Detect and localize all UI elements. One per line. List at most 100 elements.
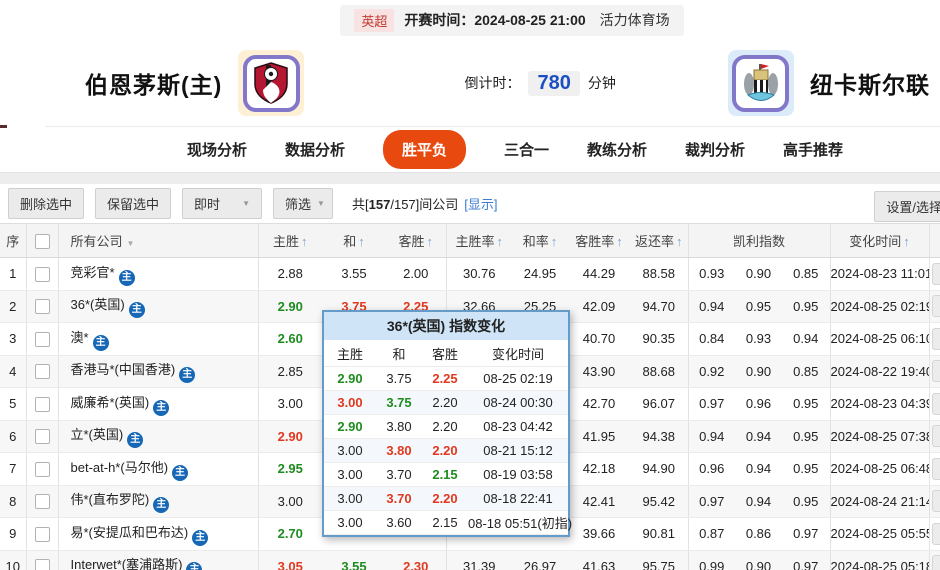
away-rate: 43.90 bbox=[568, 355, 630, 388]
sort-up-icon: ↑ bbox=[903, 234, 910, 249]
row-seq: 9 bbox=[0, 518, 26, 551]
away-rate: 44.29 bbox=[568, 258, 630, 291]
settings-select-button[interactable]: 设置/选择 bbox=[874, 191, 940, 222]
header-return-rate[interactable]: 返还率↑ bbox=[630, 224, 688, 258]
row-action-button[interactable] bbox=[932, 393, 940, 415]
draw-odds: 3.55 bbox=[322, 550, 386, 570]
table-toolbar: 删除选中 保留选中 即时▼ 筛选▼ 共[157/157]间公司[显示] 设置/选… bbox=[0, 184, 940, 224]
row-checkbox[interactable] bbox=[35, 559, 50, 570]
row-checkbox[interactable] bbox=[35, 494, 50, 509]
tab-three-in-one[interactable]: 三合一 bbox=[504, 139, 549, 160]
row-action-button[interactable] bbox=[932, 328, 940, 350]
company-name[interactable]: 威廉希*(英国) bbox=[71, 395, 150, 410]
keep-selected-button[interactable]: 保留选中 bbox=[95, 188, 171, 219]
main-company-badge-icon: 主 bbox=[119, 270, 135, 286]
league-badge[interactable]: 英超 bbox=[354, 9, 394, 32]
sort-up-icon: ↑ bbox=[497, 234, 504, 249]
row-checkbox[interactable] bbox=[35, 364, 50, 379]
away-odds: 2.00 bbox=[386, 258, 446, 291]
kelly-away: 0.85 bbox=[782, 258, 830, 291]
match-info-pill: 英超 开赛时间：2024-08-25 21:00 活力体育场 bbox=[340, 5, 683, 36]
away-crest-frame bbox=[728, 50, 794, 116]
row-seq: 6 bbox=[0, 420, 26, 453]
away-team: 纽卡斯尔联 bbox=[728, 50, 930, 116]
tab-win-draw-lose[interactable]: 胜平负 bbox=[383, 130, 466, 169]
countdown: 倒计时： 780 分钟 bbox=[464, 71, 615, 96]
header-away-rate[interactable]: 客胜率↑ bbox=[568, 224, 630, 258]
popup-header-time: 变化时间 bbox=[468, 340, 568, 367]
return-rate: 88.58 bbox=[630, 258, 688, 291]
countdown-value: 780 bbox=[528, 71, 579, 96]
row-checkbox[interactable] bbox=[35, 332, 50, 347]
tab-live-analysis[interactable]: 现场分析 bbox=[187, 139, 247, 160]
header-draw-rate[interactable]: 和率↑ bbox=[512, 224, 568, 258]
delete-selected-button[interactable]: 删除选中 bbox=[8, 188, 84, 219]
select-all-checkbox[interactable] bbox=[35, 234, 50, 249]
return-rate: 95.75 bbox=[630, 550, 688, 570]
tab-expert-recommend[interactable]: 高手推荐 bbox=[783, 139, 843, 160]
header-home-rate[interactable]: 主胜率↑ bbox=[446, 224, 512, 258]
popup-row: 2.90 3.75 2.25 08-25 02:19 bbox=[324, 367, 568, 391]
row-seq: 5 bbox=[0, 388, 26, 421]
bournemouth-crest-icon bbox=[253, 62, 289, 104]
show-link[interactable]: [显示] bbox=[464, 197, 497, 212]
row-action-button[interactable] bbox=[932, 490, 940, 512]
company-name[interactable]: 竞彩官* bbox=[71, 265, 115, 280]
kelly-draw: 0.90 bbox=[735, 258, 782, 291]
popup-row: 2.90 3.80 2.20 08-23 04:42 bbox=[324, 415, 568, 439]
return-rate: 94.70 bbox=[630, 290, 688, 323]
row-action-button[interactable] bbox=[932, 555, 940, 570]
header-away-win[interactable]: 客胜↑ bbox=[386, 224, 446, 258]
header-company[interactable]: 所有公司▼ bbox=[58, 224, 258, 258]
main-company-badge-icon: 主 bbox=[93, 335, 109, 351]
change-time: 2024-08-25 06:48 bbox=[830, 453, 929, 486]
header-change-time[interactable]: 变化时间↑ bbox=[830, 224, 929, 258]
kelly-away: 0.95 bbox=[782, 388, 830, 421]
kelly-draw: 0.96 bbox=[735, 388, 782, 421]
row-action-button[interactable] bbox=[932, 425, 940, 447]
row-action-button[interactable] bbox=[932, 523, 940, 545]
row-action-button[interactable] bbox=[932, 263, 940, 285]
countdown-unit: 分钟 bbox=[588, 73, 616, 93]
row-checkbox[interactable] bbox=[35, 299, 50, 314]
row-checkbox[interactable] bbox=[35, 429, 50, 444]
company-name[interactable]: Interwet*(塞浦路斯) bbox=[71, 557, 183, 570]
away-team-name: 纽卡斯尔联 bbox=[810, 66, 930, 100]
main-company-badge-icon: 主 bbox=[153, 497, 169, 513]
popup-header-home: 主胜 bbox=[324, 340, 376, 367]
row-checkbox[interactable] bbox=[35, 527, 50, 542]
home-odds: 3.05 bbox=[258, 550, 322, 570]
home-odds: 2.88 bbox=[258, 258, 322, 291]
row-action-button[interactable] bbox=[932, 295, 940, 317]
tab-data-analysis[interactable]: 数据分析 bbox=[285, 139, 345, 160]
row-checkbox[interactable] bbox=[35, 397, 50, 412]
main-company-badge-icon: 主 bbox=[127, 432, 143, 448]
return-rate: 90.35 bbox=[630, 323, 688, 356]
company-name[interactable]: 易*(安提瓜和巴布达) bbox=[71, 525, 189, 540]
filter-dropdown[interactable]: 筛选▼ bbox=[273, 188, 333, 219]
kelly-home: 0.94 bbox=[688, 290, 735, 323]
popup-row: 3.00 3.75 2.20 08-24 00:30 bbox=[324, 391, 568, 415]
header-home-win[interactable]: 主胜↑ bbox=[258, 224, 322, 258]
home-rate: 30.76 bbox=[446, 258, 512, 291]
company-name[interactable]: 立*(英国) bbox=[71, 427, 124, 442]
row-checkbox[interactable] bbox=[35, 462, 50, 477]
row-action-button[interactable] bbox=[932, 458, 940, 480]
company-name[interactable]: 伟*(直布罗陀) bbox=[71, 492, 150, 507]
popup-header-row: 主胜 和 客胜 变化时间 bbox=[324, 340, 568, 367]
company-name[interactable]: 36*(英国) bbox=[71, 297, 125, 312]
header-draw[interactable]: 和↑ bbox=[322, 224, 386, 258]
company-name[interactable]: bet-at-h*(马尔他) bbox=[71, 460, 169, 475]
tab-coach-analysis[interactable]: 教练分析 bbox=[587, 139, 647, 160]
row-seq: 8 bbox=[0, 485, 26, 518]
row-action-button[interactable] bbox=[932, 360, 940, 382]
company-name[interactable]: 澳* bbox=[71, 330, 89, 345]
tab-referee-analysis[interactable]: 裁判分析 bbox=[685, 139, 745, 160]
company-name[interactable]: 香港马*(中国香港) bbox=[71, 362, 176, 377]
home-odds: 3.00 bbox=[258, 485, 322, 518]
away-rate: 39.66 bbox=[568, 518, 630, 551]
kelly-draw: 0.90 bbox=[735, 550, 782, 570]
kelly-home: 0.96 bbox=[688, 453, 735, 486]
live-odds-dropdown[interactable]: 即时▼ bbox=[182, 188, 262, 219]
row-checkbox[interactable] bbox=[35, 267, 50, 282]
